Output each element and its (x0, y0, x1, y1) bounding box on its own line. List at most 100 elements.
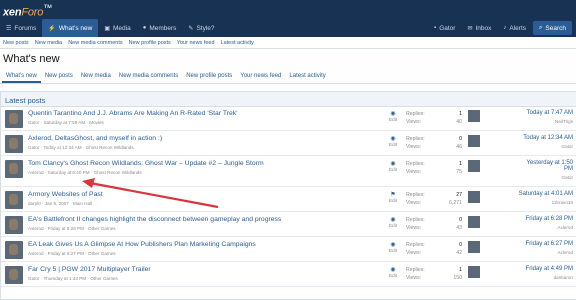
thread-meta: Gator · Thursday at 1:43 PM · Other Game… (28, 276, 118, 281)
thread-meta: darpl0 · Jan 5, 2007 · Main Hall (28, 201, 93, 206)
avatar[interactable] (5, 266, 23, 284)
nav-tab-forums[interactable]: ☰ Forums (0, 19, 42, 37)
thread-stats: Replies: 27 Views: 6,271 (406, 192, 462, 206)
thread-row: EA's Battlefront II changes highlight th… (1, 213, 576, 237)
avatar[interactable] (468, 241, 480, 253)
last-post: Friday at 6:27 PM Axlerod (525, 241, 573, 255)
bolt-icon: ⚡ (48, 25, 56, 32)
subnav-new-profile-posts[interactable]: New profile posts (129, 40, 171, 46)
edit-control[interactable]: ◉ Edit (385, 266, 401, 279)
users-icon: ● (142, 25, 147, 31)
site-logo[interactable]: xenForo™ (3, 3, 52, 19)
thread-title[interactable]: Tom Clancy's Ghost Recon Wildlands: Ghos… (28, 160, 264, 167)
tab-new-media-comments[interactable]: New media comments (115, 69, 182, 83)
brush-icon: ✎ (188, 25, 194, 32)
alerts-link[interactable]: ♪ Alerts (498, 19, 531, 37)
thread-stats: Replies: 0 Views: 46 (406, 136, 462, 150)
pin-icon: ⚑ (390, 192, 396, 198)
edit-control[interactable]: ◉ Edit (385, 160, 401, 173)
thread-row: EA Leak Gives Us A Glimpse At How Publis… (1, 238, 576, 262)
subnav-latest-activity[interactable]: Latest activity (221, 40, 254, 46)
thread-stats: Replies: 1 Views: 40 (406, 111, 462, 125)
thread-title[interactable]: EA Leak Gives Us A Glimpse At How Publis… (28, 241, 256, 248)
page-title: What's new (3, 53, 60, 65)
thread-meta: Axlerod · Saturday at 6:40 PM · Ghost Re… (28, 170, 142, 175)
user-nav: ▪ Gator ✉ Inbox ♪ Alerts ⌕ Search (429, 19, 572, 37)
block-title: Latest posts (1, 92, 576, 107)
thread-title[interactable]: Quentin Tarantino And J.J. Abrams Are Ma… (28, 110, 238, 117)
tab-new-profile-posts[interactable]: New profile posts (182, 69, 236, 83)
top-header: xenForo™ ☰ Forums ⚡ What's new ▣ Media ● Mem… (0, 0, 576, 37)
eye-icon: ◉ (390, 161, 396, 167)
thread-stats: Replies: 0 Views: 42 (406, 242, 462, 256)
thread-stats: Replies: 1 Views: 75 (406, 161, 462, 175)
camera-icon: ▣ (104, 25, 110, 32)
last-post: Yesterday at 1:50 PM Gator (526, 160, 573, 180)
tab-latest-activity[interactable]: Latest activity (285, 69, 329, 83)
content-tabs: What's new New posts New media New media… (0, 70, 576, 84)
nav-tab-style[interactable]: ✎ Style? (182, 19, 220, 37)
last-post: Saturday at 4:01 AM 11bravo10 (518, 191, 573, 205)
thread-meta: Gator · Saturday at 7:59 AM · Movies (28, 120, 104, 125)
avatar[interactable] (468, 135, 480, 147)
eye-icon: ◉ (390, 217, 396, 223)
last-post: Friday at 6:28 PM Axlerod (525, 216, 573, 230)
eye-icon: ◉ (390, 111, 396, 117)
tab-news-feed[interactable]: Your news feed (236, 69, 285, 83)
thread-title[interactable]: Armory Websites of Past (28, 191, 103, 198)
thread-title[interactable]: Axlerod, DeltasGhost, and myself in acti… (28, 135, 162, 142)
avatar[interactable] (5, 191, 23, 209)
eye-icon: ◉ (390, 242, 396, 248)
nav-tab-media[interactable]: ▣ Media (98, 19, 136, 37)
avatar[interactable] (5, 241, 23, 259)
eye-icon: ◉ (390, 267, 396, 273)
edit-control[interactable]: ⚑ Edit (385, 191, 401, 204)
user-icon: ▪ (434, 25, 437, 31)
thread-meta: Gator · Today at 12:34 AM · Ghost Recon … (28, 145, 134, 150)
subnav-news-feed[interactable]: Your news feed (177, 40, 215, 46)
avatar[interactable] (468, 110, 480, 122)
subnav-new-media-comments[interactable]: New media comments (68, 40, 122, 46)
forum-icon: ☰ (6, 25, 12, 32)
avatar[interactable] (468, 266, 480, 278)
edit-control[interactable]: ◉ Edit (385, 135, 401, 148)
avatar[interactable] (5, 135, 23, 153)
sub-navigation: New posts New media New media comments N… (0, 37, 576, 49)
edit-control[interactable]: ◉ Edit (385, 216, 401, 229)
bell-icon: ♪ (503, 25, 507, 31)
inbox-link[interactable]: ✉ Inbox (462, 19, 496, 37)
search-icon: ⌕ (539, 24, 543, 31)
thread-title[interactable]: EA's Battlefront II changes highlight th… (28, 216, 281, 223)
inbox-icon: ✉ (467, 25, 473, 32)
edit-control[interactable]: ◉ Edit (385, 241, 401, 254)
avatar[interactable] (5, 110, 23, 128)
subnav-new-posts[interactable]: New posts (3, 40, 29, 46)
last-post: Today at 7:47 AM NeilTrigs (526, 110, 573, 124)
thread-row: Far Cry 5 | PGW 2017 Multiplayer Trailer… (1, 263, 576, 287)
thread-row: Armory Websites of Past darpl0 · Jan 5, … (1, 188, 576, 212)
tab-new-media[interactable]: New media (77, 69, 115, 83)
thread-meta: Axlerod · Friday at 6:28 PM · Other Game… (28, 226, 116, 231)
account-link[interactable]: ▪ Gator (429, 19, 460, 37)
avatar[interactable] (5, 216, 23, 234)
eye-icon: ◉ (390, 136, 396, 142)
tab-new-posts[interactable]: New posts (41, 69, 77, 83)
thread-stats: Replies: 1 Views: 150 (406, 267, 462, 281)
tab-whats-new[interactable]: What's new (2, 69, 41, 83)
thread-row: Tom Clancy's Ghost Recon Wildlands: Ghos… (1, 157, 576, 187)
thread-row: Axlerod, DeltasGhost, and myself in acti… (1, 132, 576, 156)
last-post: Today at 12:34 AM Gator (523, 135, 573, 149)
thread-stats: Replies: 0 Views: 43 (406, 217, 462, 231)
avatar[interactable] (468, 191, 480, 203)
avatar[interactable] (468, 160, 480, 172)
thread-meta: Axlerod · Friday at 6:27 PM · Other Game… (28, 251, 116, 256)
edit-control[interactable]: ◉ Edit (385, 110, 401, 123)
avatar[interactable] (468, 216, 480, 228)
subnav-new-media[interactable]: New media (35, 40, 63, 46)
avatar[interactable] (5, 160, 23, 178)
latest-posts-block: Latest posts Quentin Tarantino And J.J. … (0, 91, 576, 300)
search-button[interactable]: ⌕ Search (533, 21, 572, 35)
nav-tab-members[interactable]: ● Members (137, 19, 183, 37)
nav-tab-whats-new[interactable]: ⚡ What's new (42, 19, 99, 37)
thread-title[interactable]: Far Cry 5 | PGW 2017 Multiplayer Trailer (28, 266, 151, 273)
